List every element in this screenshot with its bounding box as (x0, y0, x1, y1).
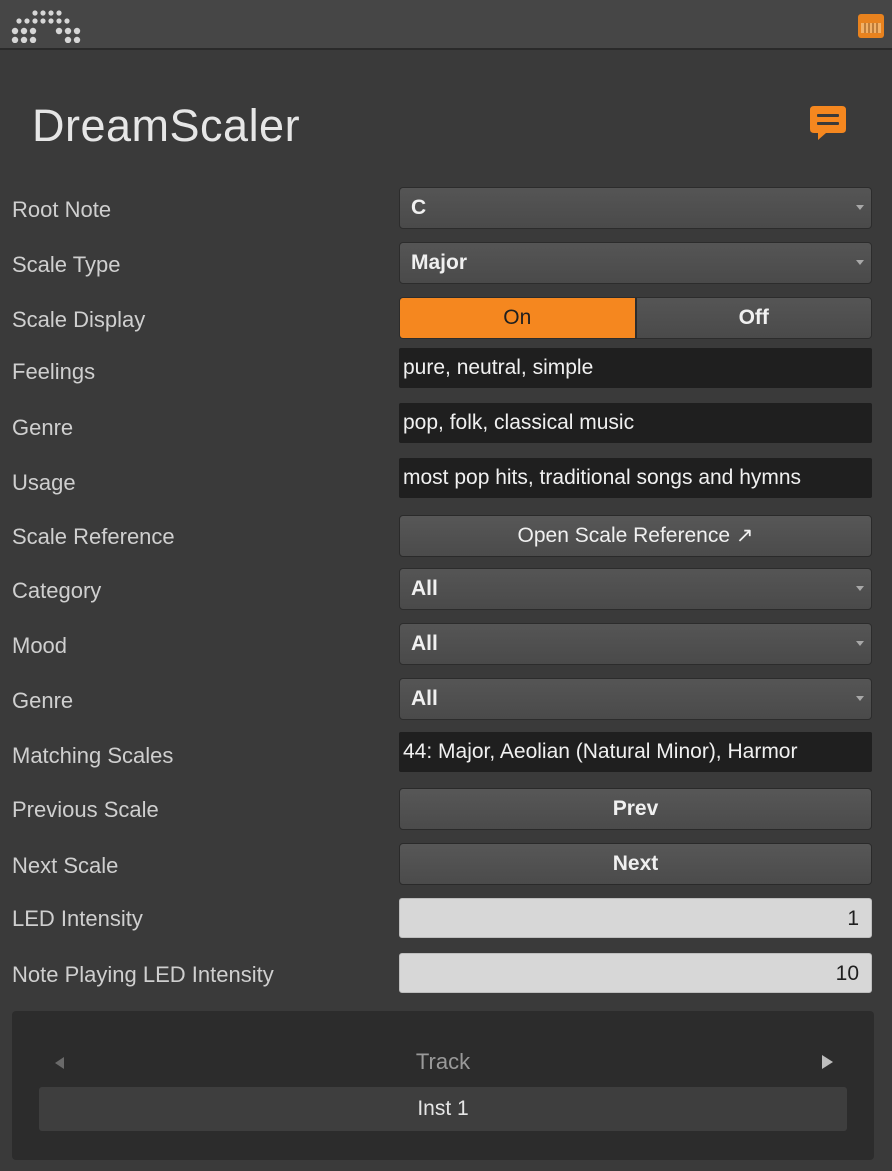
track-label: Track (415, 1049, 471, 1074)
scale-type-dropdown[interactable]: Major (399, 242, 872, 284)
next-scale-label: Next Scale (12, 853, 119, 878)
root-note-dropdown[interactable]: C (399, 187, 872, 229)
genre-filter-value: All (411, 687, 438, 710)
scale-type-value: Major (411, 251, 468, 274)
note-led-intensity-label: Note Playing LED Intensity (12, 962, 274, 987)
note-led-intensity-field[interactable]: 10 (399, 953, 872, 993)
next-button[interactable]: Next (399, 843, 872, 885)
usage-label: Usage (12, 470, 76, 495)
feelings-field[interactable]: pure, neutral, simple (399, 348, 872, 388)
track-next-arrow-icon[interactable] (822, 1055, 833, 1069)
piano-keyboard-icon[interactable] (858, 14, 884, 38)
category-value: All (411, 577, 438, 600)
scale-display-off-button[interactable]: Off (636, 298, 871, 338)
matching-scales-label: Matching Scales (12, 743, 174, 768)
scale-display-on-button[interactable]: On (400, 298, 637, 338)
speech-bubble-icon[interactable] (808, 103, 848, 143)
category-label: Category (12, 578, 102, 603)
grid-dots-logo-icon[interactable] (11, 9, 83, 43)
mood-label: Mood (12, 633, 68, 658)
led-intensity-label: LED Intensity (12, 906, 143, 931)
chevron-down-icon (856, 205, 864, 210)
root-note-label: Root Note (12, 197, 112, 222)
chevron-down-icon (856, 260, 864, 265)
open-scale-reference-button[interactable]: Open Scale Reference ↗ (399, 515, 872, 557)
led-intensity-field[interactable]: 1 (399, 898, 872, 938)
chevron-down-icon (856, 696, 864, 701)
track-name-field[interactable]: Inst 1 (39, 1087, 847, 1131)
category-dropdown[interactable]: All (399, 568, 872, 610)
genre-info-label: Genre (12, 415, 74, 440)
feelings-label: Feelings (12, 359, 96, 384)
mood-dropdown[interactable]: All (399, 623, 872, 665)
genre-filter-label: Genre (12, 688, 74, 713)
scale-display-toggle[interactable]: On Off (399, 297, 872, 339)
scale-type-label: Scale Type (12, 252, 121, 277)
previous-scale-label: Previous Scale (12, 797, 159, 822)
genre-info-field[interactable]: pop, folk, classical music (399, 403, 872, 443)
root-note-value: C (411, 196, 427, 219)
usage-field[interactable]: most pop hits, traditional songs and hym… (399, 458, 872, 498)
scale-reference-label: Scale Reference (12, 524, 175, 549)
chevron-down-icon (856, 641, 864, 646)
track-selector-panel: Track Inst 1 (12, 1011, 874, 1160)
genre-filter-dropdown[interactable]: All (399, 678, 872, 720)
matching-scales-field[interactable]: 44: Major, Aeolian (Natural Minor), Harm… (399, 732, 872, 772)
prev-button[interactable]: Prev (399, 788, 872, 830)
chevron-down-icon (856, 586, 864, 591)
top-bar (0, 0, 892, 50)
device-title: DreamScaler (32, 100, 301, 151)
mood-value: All (411, 632, 438, 655)
scale-display-label: Scale Display (12, 307, 146, 332)
